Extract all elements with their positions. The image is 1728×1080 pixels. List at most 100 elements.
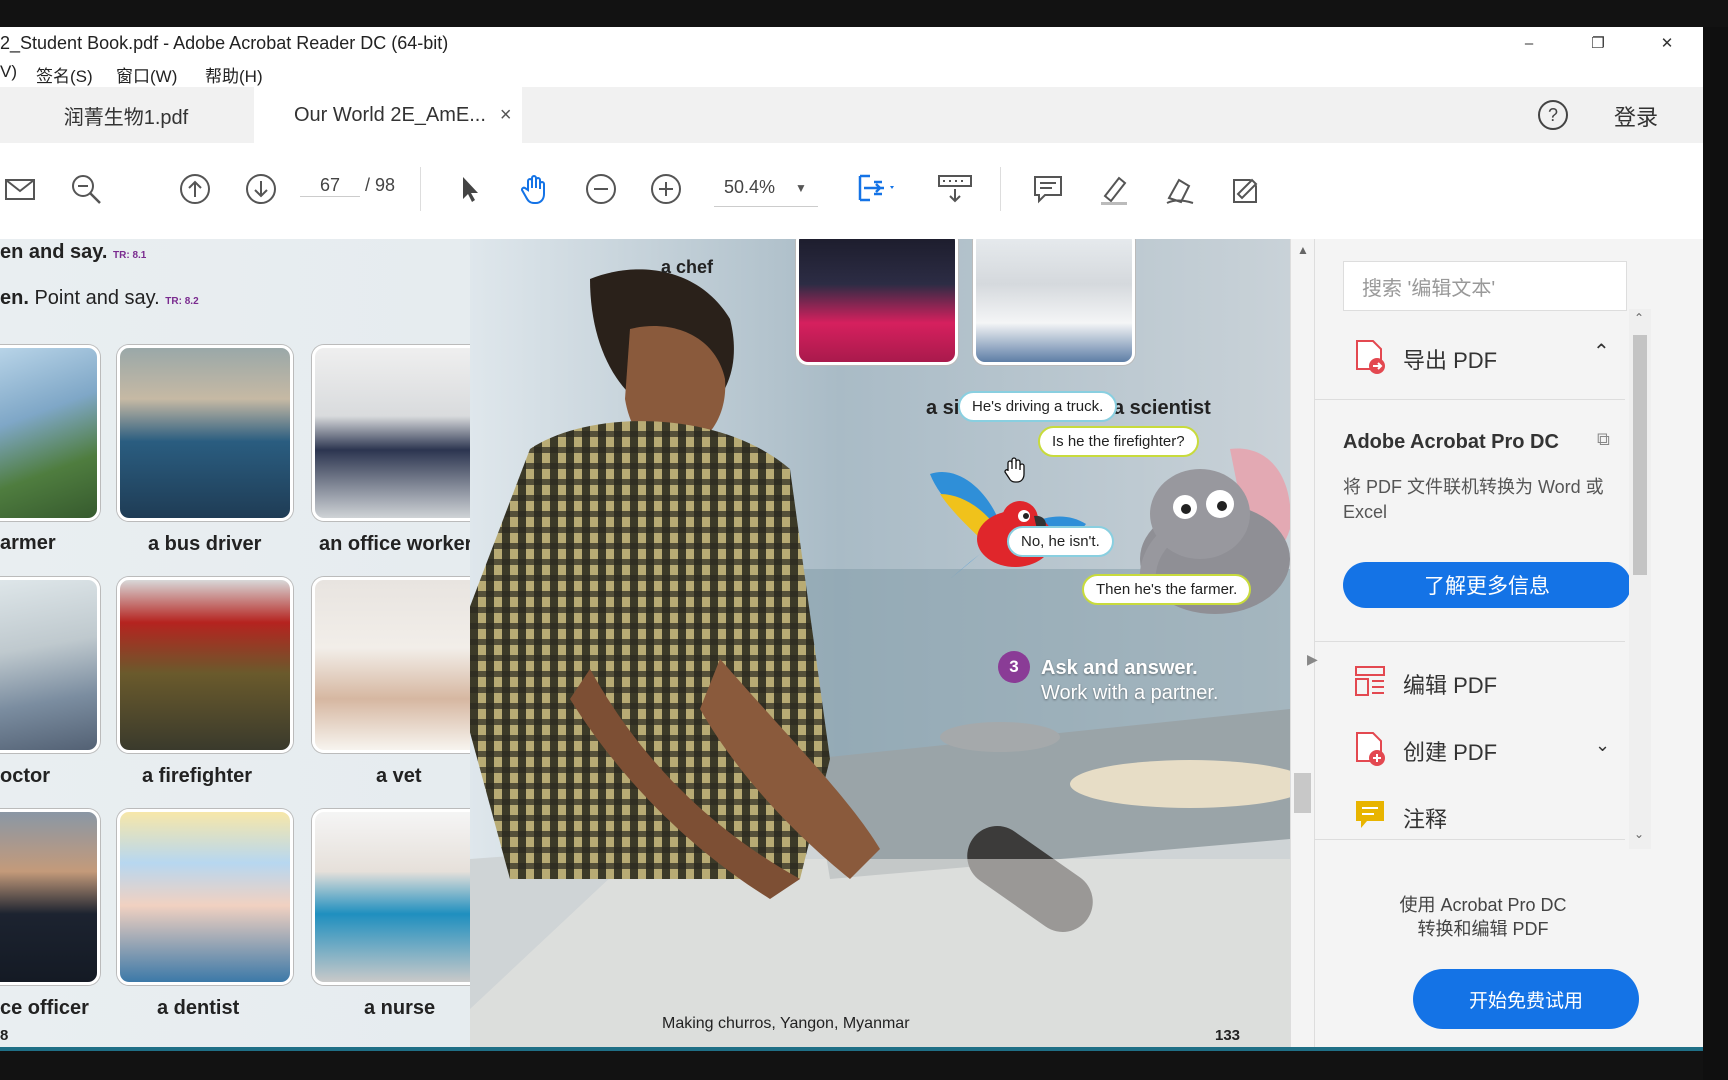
menu-view[interactable]: V) xyxy=(0,62,17,82)
screen-bottom-bar xyxy=(0,1047,1703,1080)
minimize-button[interactable]: – xyxy=(1504,29,1554,57)
heading-rest: Point and say. xyxy=(28,287,160,309)
tab-document-1[interactable]: 润菁生物1.pdf xyxy=(0,87,252,143)
caption-scientist: a scientist xyxy=(1113,397,1211,419)
edit-tools-icon[interactable] xyxy=(1225,169,1265,209)
divider xyxy=(1315,399,1625,400)
divider xyxy=(1315,641,1625,642)
chevron-down-icon: ▼ xyxy=(795,180,807,195)
search-tools-input[interactable]: 搜索 '编辑文本' xyxy=(1343,261,1627,311)
heading-listen: en and say. TR: 8.1 xyxy=(0,241,146,264)
comment-tool-icon xyxy=(1356,801,1384,828)
toolbar: 67 / 98 50.4% ▼ xyxy=(0,143,1703,240)
page-number-right: 133 xyxy=(1215,1027,1241,1044)
page-indicator: 67 / 98 xyxy=(300,175,395,197)
help-icon[interactable]: ? xyxy=(1538,100,1568,130)
learn-more-button[interactable]: 了解更多信息 xyxy=(1343,562,1631,608)
zoom-out-icon[interactable] xyxy=(581,169,621,209)
screen-top-bar xyxy=(0,0,1728,27)
login-button[interactable]: 登录 xyxy=(1614,100,1658,132)
chevron-down-icon[interactable]: ⌄ xyxy=(1595,735,1610,756)
scroll-up-icon[interactable]: ▲ xyxy=(1297,243,1309,257)
scroll-mode-icon[interactable] xyxy=(930,169,980,209)
copy-icon[interactable]: ⧉ xyxy=(1597,429,1610,450)
toolbar-divider xyxy=(420,167,421,211)
scroll-up-icon[interactable]: ⌃ xyxy=(1634,311,1644,325)
tab-label: Our World 2E_AmE... xyxy=(294,103,486,126)
start-trial-button[interactable]: 开始免费试用 xyxy=(1413,969,1639,1029)
highlight-icon[interactable] xyxy=(1094,169,1134,209)
comment-icon[interactable] xyxy=(1028,169,1068,209)
tab-bar: 润菁生物1.pdf Our World 2E_AmE... × ? 登录 xyxy=(0,87,1703,144)
pdf-page: en and say. TR: 8.1 en. Point and say. T… xyxy=(0,239,1290,1047)
photo-vet xyxy=(312,577,488,753)
menu-help[interactable]: 帮助(H) xyxy=(205,62,263,87)
close-window-button[interactable]: ✕ xyxy=(1642,29,1692,57)
page-number-input[interactable]: 67 xyxy=(300,175,360,197)
tab-document-2[interactable]: Our World 2E_AmE... × xyxy=(254,87,522,143)
edit-pdf-item[interactable]: 编辑 PDF xyxy=(1343,654,1627,714)
tab-label: 润菁生物1.pdf xyxy=(63,106,189,129)
hand-tool-icon[interactable] xyxy=(515,169,555,209)
panel-scrollbar[interactable]: ⌃ ⌄ xyxy=(1629,309,1651,849)
toolbar-divider xyxy=(1000,167,1001,211)
hand-cursor-icon xyxy=(1004,457,1025,483)
photo-dentist xyxy=(117,809,293,985)
scroll-thumb[interactable] xyxy=(1294,773,1311,813)
photo-office-worker xyxy=(312,345,488,521)
photo-doctor xyxy=(0,577,100,753)
zoom-in-icon[interactable] xyxy=(646,169,686,209)
export-pdf-item[interactable]: 导出 PDF ⌃ xyxy=(1343,321,1627,391)
page-total: / 98 xyxy=(365,175,396,195)
next-page-icon[interactable] xyxy=(241,169,281,209)
speech-bubble-4: Then he's the farmer. xyxy=(1082,574,1252,605)
export-pdf-icon xyxy=(1356,340,1385,374)
product-description: 将 PDF 文件联机转换为 Word 或 Excel xyxy=(1343,477,1604,522)
product-name: Adobe Acrobat Pro DC xyxy=(1343,431,1559,453)
edit-pdf-icon xyxy=(1355,666,1385,696)
heading-text: en and say. xyxy=(0,241,108,263)
caption-nurse: a nurse xyxy=(364,997,436,1019)
zoom-dropdown[interactable]: 50.4% ▼ xyxy=(714,169,818,207)
promo-line-1: 使用 Acrobat Pro DC xyxy=(1399,895,1567,915)
caption-doctor: octor xyxy=(0,765,50,787)
caption-dentist: a dentist xyxy=(157,997,240,1019)
edit-pdf-label: 编辑 PDF xyxy=(1403,673,1498,698)
caption-chef: a chef xyxy=(661,257,714,277)
create-pdf-item[interactable]: 创建 PDF ⌄ xyxy=(1343,721,1627,781)
activity-number-badge: 3 xyxy=(998,651,1030,683)
fit-page-icon[interactable] xyxy=(846,169,906,209)
promo-line-2: 转换和编辑 PDF xyxy=(1417,919,1549,939)
previous-page-icon[interactable] xyxy=(175,169,215,209)
mail-icon[interactable] xyxy=(0,169,40,209)
restore-button[interactable]: ❐ xyxy=(1573,29,1623,57)
photo-chef-scene xyxy=(470,239,1290,1047)
divider xyxy=(1315,839,1625,840)
activity-subtitle: Work with a partner. xyxy=(1041,682,1219,704)
menu-sign[interactable]: 签名(S) xyxy=(36,62,93,87)
collapse-panel-icon[interactable]: ▶ xyxy=(1307,651,1318,668)
panel-scroll-thumb[interactable] xyxy=(1633,335,1647,575)
scroll-down-icon[interactable]: ⌄ xyxy=(1634,827,1644,841)
chevron-up-icon[interactable]: ⌃ xyxy=(1593,339,1610,364)
speech-bubble-3: No, he isn't. xyxy=(1007,526,1114,557)
caption-police-officer: ce officer xyxy=(0,997,89,1019)
search-icon[interactable] xyxy=(66,169,106,209)
tab-close-icon[interactable]: × xyxy=(500,104,512,127)
screen-right-edge xyxy=(1703,27,1728,1080)
document-viewport[interactable]: en and say. TR: 8.1 en. Point and say. T… xyxy=(0,239,1290,1047)
speech-bubble-2: Is he the firefighter? xyxy=(1038,426,1199,457)
track-label: TR: 8.2 xyxy=(165,296,199,307)
document-scrollbar[interactable]: ▲ ▼ xyxy=(1290,239,1315,1047)
caption-farmer: armer xyxy=(0,532,56,554)
zoom-value: 50.4% xyxy=(724,177,776,197)
caption-bus-driver: a bus driver xyxy=(148,533,262,555)
photo-bus-driver xyxy=(117,345,293,521)
create-pdf-icon xyxy=(1356,732,1385,766)
activity-title: Ask and answer. xyxy=(1041,657,1198,679)
select-tool-icon[interactable] xyxy=(450,169,490,209)
page-number-left: 8 xyxy=(0,1027,9,1044)
sign-icon[interactable] xyxy=(1160,169,1200,209)
tools-panel: ▶ 搜索 '编辑文本' 导出 PDF ⌃ Adobe Acrobat Pro D… xyxy=(1307,239,1703,1047)
menu-window[interactable]: 窗口(W) xyxy=(116,62,177,87)
